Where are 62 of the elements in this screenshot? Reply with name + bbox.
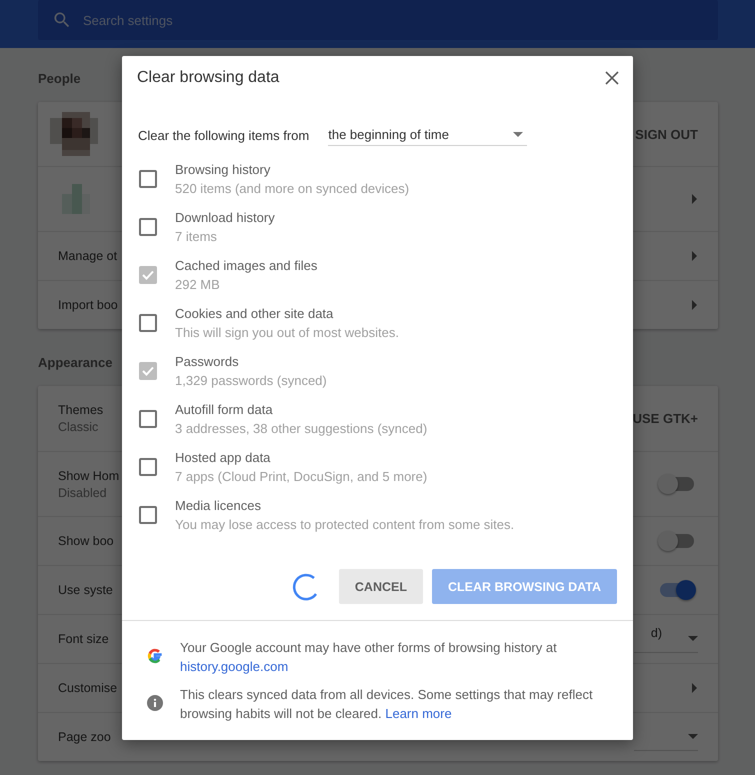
item-detail: You may lose access to protected content from some sites. — [175, 517, 514, 532]
item-title: Cookies and other site data — [175, 306, 334, 321]
item-title: Media licences — [175, 498, 262, 513]
item-title: Cached images and files — [175, 258, 318, 273]
info-text: This clears synced data from all devices. Some settings that may reflect browsing habits will not be cleared. Learn more — [180, 686, 594, 723]
setting-label: Page zoo — [58, 730, 111, 744]
setting-label: Font size — [58, 632, 109, 646]
info-text: Your Google account may have other forms of browsing history at history.google.com — [180, 639, 558, 676]
google-icon — [147, 648, 163, 664]
check-icon — [142, 270, 154, 280]
search-icon — [52, 10, 72, 30]
checkbox[interactable] — [139, 170, 157, 188]
item-title: Autofill form data — [175, 402, 274, 417]
theme-button[interactable]: USE GTK+ — [632, 407, 698, 430]
item-detail: This will sign you out of most websites. — [175, 325, 399, 340]
arrow-icon[interactable] — [692, 300, 698, 310]
caret-icon — [688, 734, 698, 739]
item-detail: 292 MB — [175, 277, 221, 292]
setting-label: Show Hom — [58, 468, 120, 482]
check-icon — [142, 366, 154, 376]
dialog-title: Clear browsing data — [137, 69, 280, 87]
setting-label: Customise — [58, 681, 118, 695]
sign-out-button[interactable]: SIGN OUT — [635, 122, 698, 146]
checkbox[interactable] — [139, 218, 157, 236]
arrow-icon[interactable] — [692, 683, 698, 693]
setting-label: Manage ot — [58, 249, 118, 263]
item-title: Download history — [175, 210, 275, 225]
arrow-icon[interactable] — [692, 194, 698, 204]
item-title: Browsing history — [175, 162, 272, 177]
close-icon[interactable] — [605, 71, 619, 85]
section-heading: Appearance — [38, 355, 112, 370]
info-icon — [147, 695, 163, 711]
cancel-button[interactable]: CANCEL — [338, 569, 423, 604]
toggle-switch[interactable] — [660, 477, 694, 491]
section-heading: People — [38, 71, 81, 86]
arrow-icon[interactable] — [692, 251, 698, 261]
dropdown[interactable]: d) — [634, 626, 698, 652]
checkbox[interactable] — [139, 266, 157, 284]
setting-label: Show boo — [58, 534, 114, 548]
range-label: Clear the following items from — [138, 128, 310, 142]
setting-label: Themes — [58, 403, 104, 417]
item-detail: 1,329 passwords (synced) — [175, 373, 327, 388]
caret-icon — [688, 636, 698, 641]
checkbox[interactable] — [139, 314, 157, 332]
item-detail: 520 items (and more on synced devices) — [175, 181, 410, 196]
item-title: Passwords — [175, 354, 240, 369]
time-range-dropdown[interactable]: the beginning of time — [328, 124, 528, 146]
item-detail: 7 items — [175, 229, 218, 244]
caret-icon — [513, 132, 524, 137]
checkbox[interactable] — [139, 410, 157, 428]
toggle-switch[interactable] — [660, 534, 694, 548]
checkbox[interactable] — [139, 458, 157, 476]
checkbox[interactable] — [139, 362, 157, 380]
setting-label: Use syste — [58, 583, 113, 597]
item-detail: 3 addresses, 38 other suggestions (synced) — [175, 421, 428, 436]
toggle-switch[interactable] — [660, 583, 694, 597]
checkbox[interactable] — [139, 506, 157, 524]
link[interactable]: Learn more — [385, 706, 452, 721]
link[interactable]: history.google.com — [180, 659, 288, 674]
item-detail: 7 apps (Cloud Print, DocuSign, and 5 more) — [175, 469, 428, 484]
setting-label: Import boo — [58, 298, 118, 312]
item-title: Hosted app data — [175, 450, 272, 465]
